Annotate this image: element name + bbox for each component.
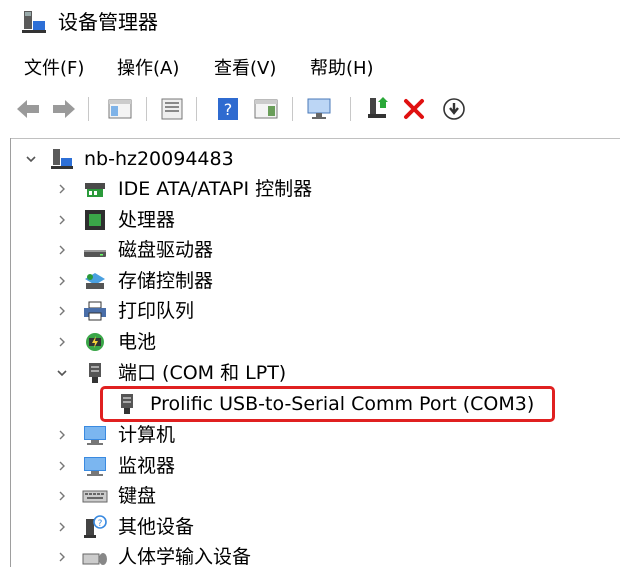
tree-item-expanded[interactable]: 端口 (COM 和 LPT) (0, 358, 620, 388)
chevron-right-icon[interactable] (55, 520, 69, 534)
tree-item-label: 监视器 (118, 455, 176, 477)
svg-text:?: ? (224, 100, 233, 119)
chevron-right-icon[interactable] (55, 489, 69, 503)
chevron-right-icon[interactable] (55, 304, 69, 318)
uninstall-x-icon[interactable] (400, 95, 428, 123)
disk-drive-icon (82, 237, 108, 263)
tree-item-label: 处理器 (118, 209, 176, 231)
tree-item-label: 键盘 (118, 485, 157, 507)
menu-view[interactable]: 查看(V) (214, 56, 276, 82)
keyboard-icon (82, 483, 108, 509)
chevron-right-icon[interactable] (55, 243, 69, 257)
chevron-right-icon[interactable] (55, 182, 69, 196)
tree-item[interactable]: 键盘 (0, 481, 620, 511)
tree-item-label: 打印队列 (118, 300, 195, 322)
download-circle-icon[interactable] (440, 95, 468, 123)
port-icon (82, 360, 108, 386)
tree-item[interactable]: ? 其他设备 (0, 512, 620, 542)
toolbar-separator (292, 97, 293, 121)
tree-item[interactable]: 计算机 (0, 420, 620, 450)
tree-top-border (10, 138, 620, 139)
chevron-down-icon[interactable] (55, 366, 69, 380)
battery-icon (82, 329, 108, 355)
tree-item-label: 其他设备 (118, 516, 195, 538)
computer-icon (82, 422, 108, 448)
other-devices-icon: ? (82, 514, 108, 540)
show-hide-console-tree-icon[interactable] (106, 95, 134, 123)
window-title: 设备管理器 (58, 10, 158, 34)
properties-icon[interactable] (158, 95, 186, 123)
toolbar-separator (88, 97, 89, 121)
chevron-right-icon[interactable] (55, 428, 69, 442)
menu-action[interactable]: 操作(A) (117, 56, 179, 82)
menu-bar: 文件(F) 操作(A) 查看(V) 帮助(H) (0, 52, 620, 86)
chevron-right-icon[interactable] (55, 550, 69, 564)
tree-item-label: 计算机 (118, 424, 176, 446)
processor-icon (82, 207, 108, 233)
scan-hardware-icon[interactable] (306, 95, 334, 123)
chevron-right-icon[interactable] (55, 335, 69, 349)
highlight-box (100, 386, 555, 422)
toolbar-separator (146, 97, 147, 121)
toolbar-separator (196, 97, 197, 121)
chevron-right-icon[interactable] (55, 213, 69, 227)
hid-icon (82, 544, 108, 570)
device-manager-icon (21, 9, 47, 35)
tree-item-label: 存储控制器 (118, 270, 214, 292)
tree-item[interactable]: 打印队列 (0, 296, 620, 326)
tree-item-label: 电池 (118, 331, 157, 353)
chevron-down-icon[interactable] (24, 152, 38, 166)
ide-controller-icon (82, 176, 108, 202)
tree-item[interactable]: 存储控制器 (0, 266, 620, 296)
computer-root-icon (49, 146, 75, 172)
storage-controller-icon (82, 268, 108, 294)
tree-item[interactable]: IDE ATA/ATAPI 控制器 (0, 174, 620, 204)
tree-item-label: IDE ATA/ATAPI 控制器 (118, 178, 313, 200)
chevron-right-icon[interactable] (55, 459, 69, 473)
tree-item[interactable]: 磁盘驱动器 (0, 235, 620, 265)
tree-item-label: 磁盘驱动器 (118, 239, 214, 261)
back-arrow-icon[interactable] (14, 95, 42, 123)
svg-text:?: ? (98, 519, 103, 529)
help-icon[interactable]: ? (214, 95, 242, 123)
tree-item[interactable]: 人体学输入设备 (0, 542, 620, 572)
tree-root-label: nb-hz20094483 (84, 148, 234, 170)
tree-root[interactable]: nb-hz20094483 (0, 144, 620, 174)
tree-item[interactable]: 电池 (0, 327, 620, 357)
tree-item[interactable]: 处理器 (0, 205, 620, 235)
add-legacy-hardware-icon[interactable] (364, 95, 392, 123)
menu-help[interactable]: 帮助(H) (310, 56, 374, 82)
update-driver-icon[interactable] (252, 95, 280, 123)
printer-icon (82, 298, 108, 324)
menu-file[interactable]: 文件(F) (24, 56, 84, 82)
chevron-right-icon[interactable] (55, 274, 69, 288)
monitor-icon (82, 453, 108, 479)
tree-item-label: 端口 (COM 和 LPT) (118, 362, 287, 384)
toolbar: ? (0, 90, 620, 128)
title-bar: 设备管理器 (0, 0, 620, 46)
tree-item[interactable]: 监视器 (0, 451, 620, 481)
toolbar-separator (350, 97, 351, 121)
forward-arrow-icon[interactable] (50, 95, 78, 123)
